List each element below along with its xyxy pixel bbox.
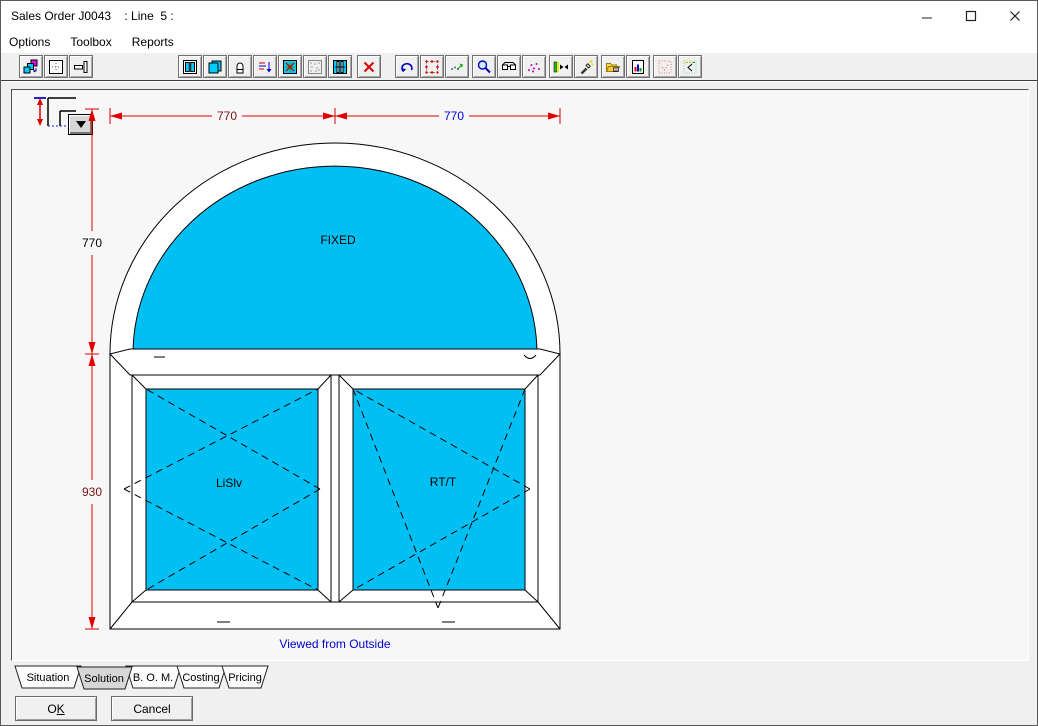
right-glass-pane[interactable] [353,389,525,590]
grid-check-disabled-icon[interactable] [653,55,677,78]
window-frame [110,143,560,629]
view-caption: Viewed from Outside [279,637,390,651]
drawing-canvas[interactable]: 770 770 770 930 [11,89,1029,661]
spray-brush-icon[interactable] [574,55,598,78]
caption-buttons [905,1,1037,31]
view-spectacles-icon[interactable] [497,55,521,78]
tab-bom[interactable]: B. O. M. [126,666,181,688]
cascade-layers-icon[interactable] [19,55,43,78]
maximize-button[interactable] [949,1,993,31]
right-pane-label: RT/T [430,475,457,489]
scatter-points-icon[interactable] [522,55,546,78]
minimize-button[interactable] [905,1,949,31]
dimension-top-left[interactable]: 770 [217,109,237,123]
content-area: 770 770 770 930 [1,82,1037,725]
tab-solution-active[interactable]: Solution [77,667,132,689]
svg-text:B. O. M.: B. O. M. [133,672,173,684]
sort-lines-icon[interactable] [253,55,277,78]
remove-glazing-icon[interactable] [278,55,302,78]
vertical-dimension [85,109,99,629]
app-window: Sales Order J0043 : Line 5 : Options Too… [0,0,1038,726]
svg-text:Costing: Costing [182,672,219,684]
end-profile-icon[interactable] [69,55,93,78]
vent-profile-icon[interactable] [228,55,252,78]
svg-text:Pricing: Pricing [228,672,262,684]
mullion-icon[interactable] [328,55,352,78]
cancel-button[interactable]: Cancel [111,696,193,721]
close-icon [1009,10,1021,22]
close-button[interactable] [993,1,1037,31]
delete-icon[interactable] [357,55,381,78]
tab-situation[interactable]: Situation [15,666,81,688]
tab-costing[interactable]: Costing [177,666,226,688]
menu-reports[interactable]: Reports [122,31,184,53]
left-pane-label: LiSlv [216,476,242,490]
pan-disabled-icon[interactable] [678,55,702,78]
frame-pair-icon[interactable] [178,55,202,78]
menu-toolbox[interactable]: Toolbox [60,31,121,53]
grid-center-icon[interactable] [44,55,68,78]
minimize-icon [921,10,933,22]
ok-button[interactable]: OK [15,696,97,721]
glazing-icon[interactable] [203,55,227,78]
dimension-left-lower[interactable]: 930 [82,485,102,499]
transom-bar [110,349,560,375]
window-design-drawing[interactable]: 770 770 770 930 [12,90,1030,662]
texture-icon[interactable] [303,55,327,78]
zoom-icon[interactable] [472,55,496,78]
dimension-left-upper[interactable]: 770 [82,236,102,250]
menu-options[interactable]: Options [1,31,60,53]
dimension-top-right[interactable]: 770 [444,109,464,123]
open-options-folder-icon[interactable] [601,55,625,78]
window-title: Sales Order J0043 : Line 5 : [11,1,174,31]
select-nodes-icon[interactable] [420,55,444,78]
svg-text:Situation: Situation [27,672,70,684]
edit-nodes-icon[interactable] [445,55,469,78]
menu-bar: Options Toolbox Reports [1,31,1037,53]
title-bar: Sales Order J0043 : Line 5 : [1,1,1037,31]
arch-pane-label: FIXED [320,233,356,247]
align-inward-icon[interactable] [549,55,573,78]
svg-text:Solution: Solution [84,673,124,685]
tab-strip: Situation B. O. M. Costing Pricing Solut… [1,665,1038,691]
undo-icon[interactable] [395,55,419,78]
toolbar [1,53,1037,81]
maximize-icon [965,10,977,22]
report-chart-icon[interactable] [626,55,650,78]
tab-pricing[interactable]: Pricing [222,666,268,688]
horizontal-dimension [110,108,560,124]
